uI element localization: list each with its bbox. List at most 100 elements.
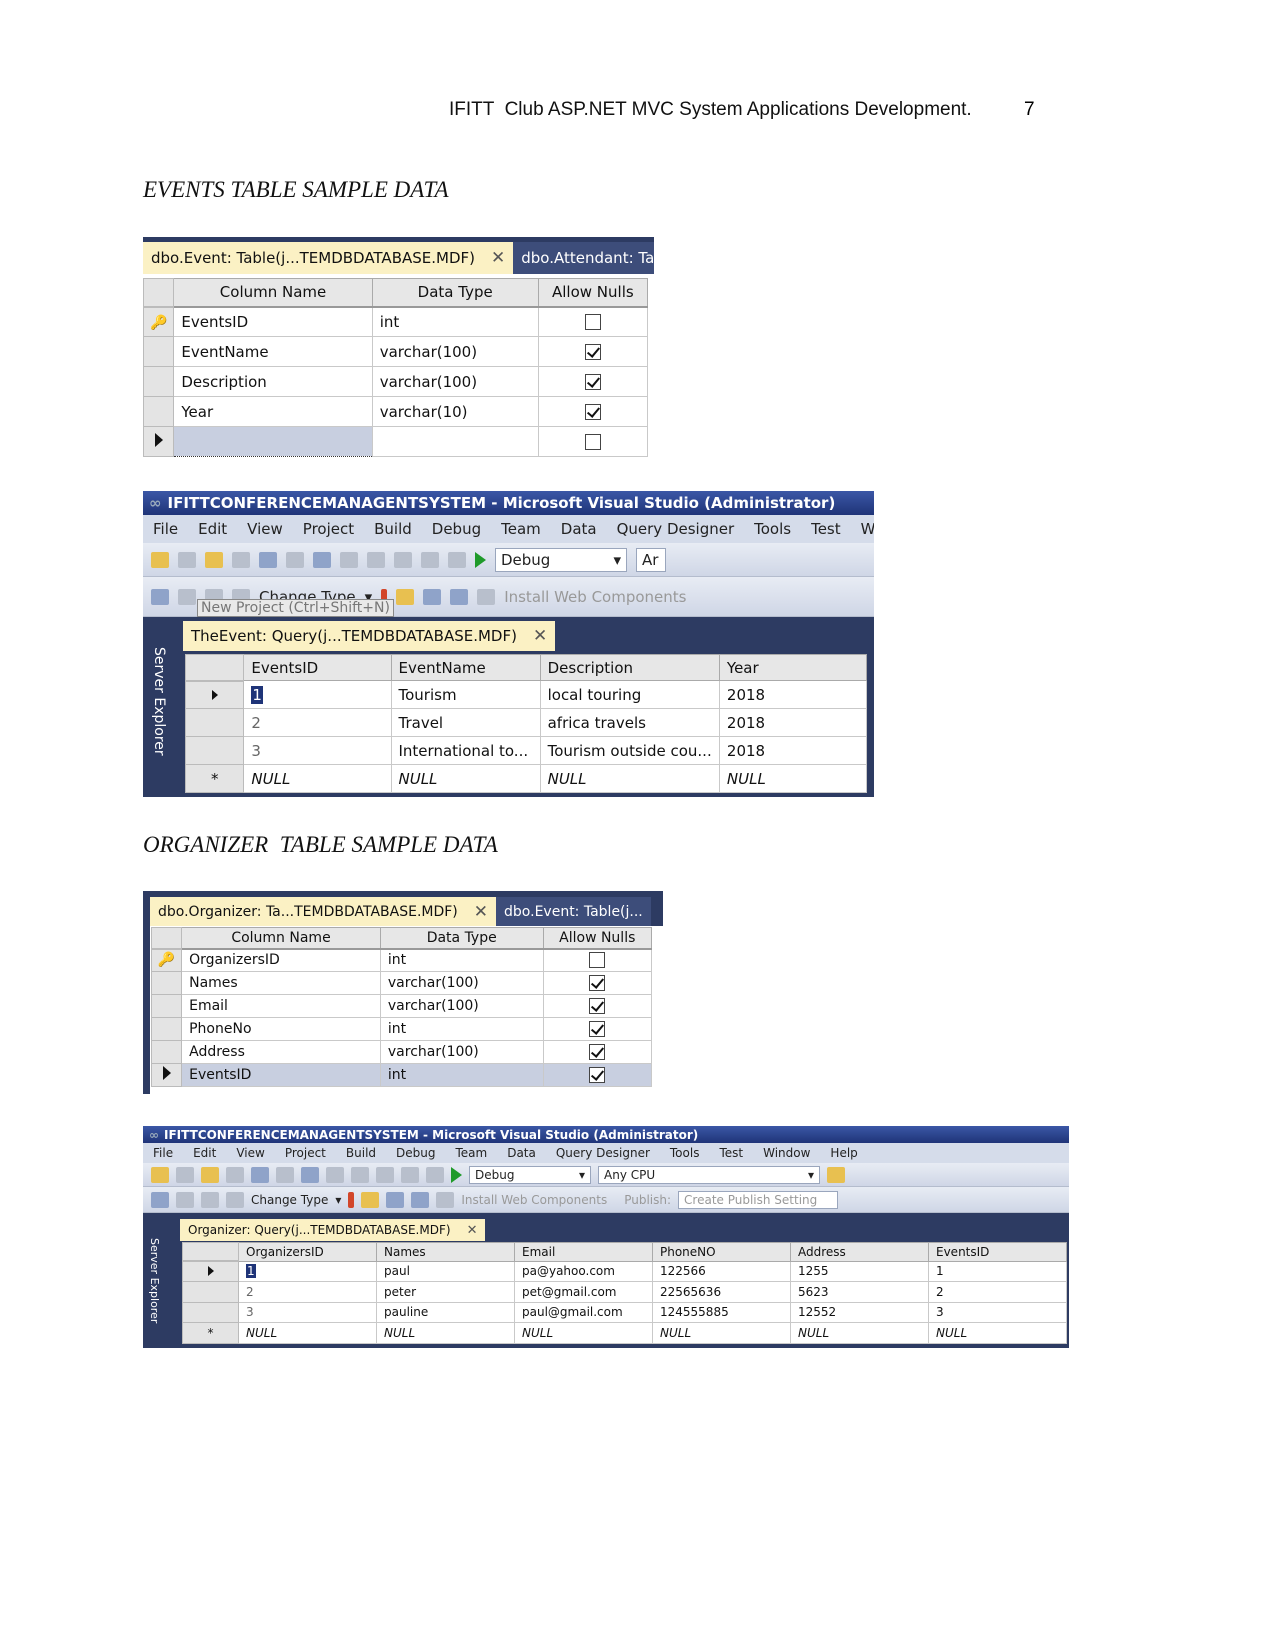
cell-eventsid[interactable]: 1 <box>928 1260 1067 1282</box>
allow-nulls-checkbox[interactable] <box>589 952 606 969</box>
menu-item-data[interactable]: Data <box>497 1146 546 1160</box>
navigate-back-icon[interactable] <box>401 1166 419 1183</box>
cell-email[interactable]: NULL <box>514 1322 653 1344</box>
open-folder-icon[interactable] <box>827 1166 845 1183</box>
new-project-icon[interactable] <box>151 1166 169 1183</box>
cell-email[interactable]: paul@gmail.com <box>514 1301 653 1323</box>
column-header-column-name[interactable]: Column Name <box>181 927 381 950</box>
close-icon[interactable]: ✕ <box>474 902 488 922</box>
copy-icon[interactable] <box>301 1166 319 1183</box>
data-type-cell[interactable]: int <box>379 948 544 972</box>
table-row[interactable]: 1 paul pa@yahoo.com 122566 1255 1 <box>182 1260 1067 1282</box>
new-project-icon[interactable] <box>151 551 169 568</box>
tab-event-table[interactable]: dbo.Event: Table(j...TEMDBDATABASE.MDF) ✕ <box>143 242 514 274</box>
server-explorer-sidebar[interactable]: Server Explorer <box>143 617 180 797</box>
column-header-names[interactable]: Names <box>376 1242 515 1262</box>
column-name-cell[interactable]: EventsID <box>173 306 373 337</box>
column-header-data-type[interactable]: Data Type <box>379 927 544 950</box>
column-header-allow-nulls[interactable]: Allow Nulls <box>537 278 649 308</box>
column-name-cell[interactable]: Description <box>173 366 373 397</box>
column-name-cell[interactable]: Year <box>173 396 373 427</box>
column-name-cell[interactable]: Address <box>181 1040 381 1064</box>
execute-icon[interactable] <box>348 1191 355 1208</box>
cell-organizersid[interactable]: 2 <box>238 1281 377 1303</box>
row-selector[interactable] <box>184 736 245 765</box>
diagram-pane-icon[interactable] <box>151 588 169 605</box>
row-selector[interactable]: 🔑 <box>150 948 183 972</box>
cell-year[interactable]: 2018 <box>718 736 868 765</box>
navigate-back-icon[interactable] <box>421 551 439 568</box>
server-explorer-sidebar[interactable]: Server Explorer <box>143 1216 180 1348</box>
cell-names[interactable]: NULL <box>376 1322 515 1344</box>
row-selector[interactable] <box>143 366 175 397</box>
menu-item-tools[interactable]: Tools <box>744 520 801 538</box>
menu-item-view[interactable]: View <box>226 1146 274 1160</box>
column-header-email[interactable]: Email <box>514 1242 653 1262</box>
paste-icon[interactable] <box>340 551 358 568</box>
row-selector[interactable] <box>150 1040 183 1064</box>
add-derived-table-icon[interactable] <box>436 1191 455 1208</box>
menu-item-team[interactable]: Team <box>445 1146 497 1160</box>
cell-eventname[interactable]: NULL <box>390 764 541 793</box>
cell-phoneno[interactable]: 122566 <box>652 1260 791 1282</box>
table-row[interactable]: EventsID int <box>150 1063 653 1087</box>
criteria-pane-icon[interactable] <box>176 1191 194 1208</box>
column-name-cell[interactable]: Names <box>181 971 381 995</box>
column-header-column-name[interactable]: Column Name <box>173 278 373 308</box>
open-icon[interactable] <box>201 1166 219 1183</box>
cell-description[interactable]: local touring <box>539 680 720 709</box>
cell-organizersid[interactable]: NULL <box>238 1322 377 1344</box>
cell-year[interactable]: NULL <box>718 764 868 793</box>
column-name-cell[interactable]: EventName <box>173 336 373 367</box>
data-type-cell[interactable] <box>371 426 539 457</box>
column-header-eventname[interactable]: EventName <box>390 654 541 681</box>
cell-eventsid[interactable]: 1 <box>243 680 392 709</box>
cell-eventsid[interactable]: 3 <box>243 736 392 765</box>
row-selector[interactable]: * <box>182 1322 239 1344</box>
table-row[interactable]: 3 pauline paul@gmail.com 124555885 12552 3 <box>182 1301 1067 1323</box>
cut-icon[interactable] <box>286 551 304 568</box>
column-name-cell[interactable] <box>173 426 373 457</box>
cell-address[interactable]: NULL <box>790 1322 929 1344</box>
row-selector[interactable] <box>150 1063 183 1087</box>
menu-item-debug[interactable]: Debug <box>422 520 491 538</box>
allow-nulls-checkbox[interactable] <box>584 314 601 331</box>
diagram-pane-icon[interactable] <box>151 1191 169 1208</box>
tab-event-table[interactable]: dbo.Event: Table(j... <box>496 897 651 926</box>
cell-phoneno[interactable]: NULL <box>652 1322 791 1344</box>
row-selector[interactable]: * <box>184 764 245 793</box>
cell-address[interactable]: 1255 <box>790 1260 929 1282</box>
undo-icon[interactable] <box>367 551 385 568</box>
undo-icon[interactable] <box>351 1166 369 1183</box>
table-row[interactable]: Names varchar(100) <box>150 971 653 995</box>
table-row[interactable]: * NULL NULL NULL NULL NULL NULL <box>182 1322 1067 1344</box>
menu-item-edit[interactable]: Edit <box>188 520 237 538</box>
cell-phoneno[interactable]: 22565636 <box>652 1281 791 1303</box>
save-all-icon[interactable] <box>259 551 277 568</box>
group-by-icon[interactable] <box>386 1191 405 1208</box>
open-icon[interactable] <box>205 551 223 568</box>
row-selector[interactable] <box>182 1260 239 1282</box>
platform-select[interactable]: Ar <box>636 547 666 572</box>
menu-item-file[interactable]: File <box>143 520 188 538</box>
column-name-cell[interactable]: PhoneNo <box>181 1017 381 1041</box>
table-row[interactable]: 2 Travel africa travels 2018 <box>184 708 868 737</box>
column-header-address[interactable]: Address <box>790 1242 929 1262</box>
cell-eventname[interactable]: Tourism <box>390 680 541 709</box>
config-select[interactable]: Debug ▾ <box>469 1165 591 1184</box>
install-web-components-button[interactable]: Install Web Components <box>504 588 686 606</box>
row-selector[interactable] <box>182 1301 239 1323</box>
table-row[interactable]: Address varchar(100) <box>150 1040 653 1064</box>
cell-year[interactable]: 2018 <box>718 680 868 709</box>
row-selector[interactable] <box>182 1281 239 1303</box>
menu-item-test[interactable]: Test <box>709 1146 753 1160</box>
install-web-components-button[interactable]: Install Web Components <box>461 1193 607 1207</box>
column-header-year[interactable]: Year <box>718 654 868 681</box>
cell-eventsid[interactable]: NULL <box>928 1322 1067 1344</box>
menu-item-win[interactable]: Win <box>851 520 874 538</box>
add-derived-table-icon[interactable] <box>477 588 496 605</box>
cell-eventsid[interactable]: NULL <box>243 764 392 793</box>
start-debug-icon[interactable] <box>475 551 486 568</box>
data-type-cell[interactable]: int <box>371 306 539 337</box>
cell-eventsid[interactable]: 2 <box>243 708 392 737</box>
